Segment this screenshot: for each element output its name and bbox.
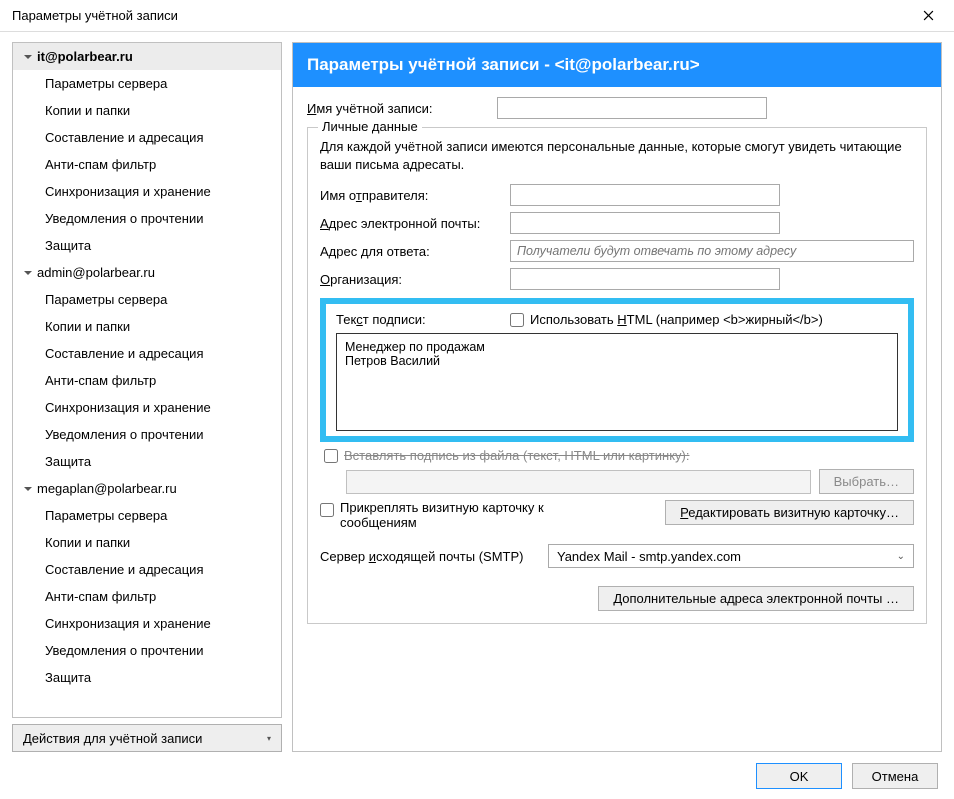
label-smtp: Сервер исходящей почты (SMTP) <box>320 549 540 564</box>
row-reply-to: Адрес для ответа: <box>320 240 914 262</box>
legend-personal: Личные данные <box>318 119 422 134</box>
tree-item-sync-storage[interactable]: Синхронизация и хранение <box>13 610 281 637</box>
tree-item-receipts[interactable]: Уведомления о прочтении <box>13 637 281 664</box>
checkbox-attach-vcard[interactable] <box>320 503 334 517</box>
tree-item-composition[interactable]: Составление и адресация <box>13 124 281 151</box>
checkbox-attach-vcard-label: Прикреплять визитную карточку к сообщени… <box>340 500 600 530</box>
post-signature-area: Вставлять подпись из файла (текст, HTML … <box>320 448 914 611</box>
tree-item-copies-folders[interactable]: Копии и папки <box>13 313 281 340</box>
chevron-down-icon <box>23 268 33 278</box>
select-smtp-server[interactable]: Yandex Mail - smtp.yandex.com ⌄ <box>548 544 914 568</box>
close-icon <box>923 10 934 21</box>
tree-item-server-params[interactable]: Параметры сервера <box>13 70 281 97</box>
checkbox-use-html-wrap[interactable]: Использовать HTML (например <b>жирный</b… <box>510 312 823 327</box>
content-inner: Имя учётной записи: Личные данные Для ка… <box>293 87 941 638</box>
account-label: admin@polarbear.ru <box>37 265 155 280</box>
tree-item-receipts[interactable]: Уведомления о прочтении <box>13 421 281 448</box>
row-sender-name: Имя отправителя: <box>320 184 914 206</box>
label-sender-name: Имя отправителя: <box>320 188 500 203</box>
label-organization: Организация: <box>320 272 500 287</box>
account-item-it[interactable]: it@polarbear.ru <box>13 43 281 70</box>
checkbox-use-html-label: Использовать HTML (например <b>жирный</b… <box>530 312 823 327</box>
signature-highlight-box: Текст подписи: Использовать HTML (наприм… <box>320 298 914 442</box>
tree-item-composition[interactable]: Составление и адресация <box>13 556 281 583</box>
tree-item-antispam[interactable]: Анти-спам фильтр <box>13 367 281 394</box>
account-item-admin[interactable]: admin@polarbear.ru <box>13 259 281 286</box>
checkbox-signature-from-file[interactable] <box>324 449 338 463</box>
dialog-footer: OK Отмена <box>0 753 954 799</box>
row-signature-header: Текст подписи: Использовать HTML (наприм… <box>336 312 898 327</box>
tree-item-antispam[interactable]: Анти-спам фильтр <box>13 583 281 610</box>
tree-item-sync-storage[interactable]: Синхронизация и хранение <box>13 178 281 205</box>
title-bar: Параметры учётной записи <box>0 0 954 32</box>
input-account-name[interactable] <box>497 97 767 119</box>
account-item-megaplan[interactable]: megaplan@polarbear.ru <box>13 475 281 502</box>
tree-item-receipts[interactable]: Уведомления о прочтении <box>13 205 281 232</box>
tree-item-security[interactable]: Защита <box>13 448 281 475</box>
tree-item-copies-folders[interactable]: Копии и папки <box>13 97 281 124</box>
fieldset-personal: Личные данные Для каждой учётной записи … <box>307 127 927 624</box>
dialog-body: it@polarbear.ru Параметры сервера Копии … <box>0 32 954 752</box>
textarea-signature[interactable] <box>336 333 898 431</box>
account-tree[interactable]: it@polarbear.ru Параметры сервера Копии … <box>12 42 282 718</box>
sidebar: it@polarbear.ru Параметры сервера Копии … <box>12 42 282 752</box>
ok-button[interactable]: OK <box>756 763 842 789</box>
checkbox-use-html[interactable] <box>510 313 524 327</box>
row-additional-emails: Дополнительные адреса электронной почты … <box>320 586 914 611</box>
row-signature-file: Выбрать… <box>320 469 914 494</box>
cancel-button[interactable]: Отмена <box>852 763 938 789</box>
banner-account: <it@polarbear.ru> <box>555 55 700 74</box>
personal-desc: Для каждой учётной записи имеются персон… <box>320 138 914 174</box>
label-signature: Текст подписи: <box>336 312 496 327</box>
chevron-down-icon <box>23 52 33 62</box>
banner-prefix: Параметры учётной записи - <box>307 55 555 74</box>
row-smtp: Сервер исходящей почты (SMTP) Yandex Mai… <box>320 544 914 568</box>
label-account-name: Имя учётной записи: <box>307 101 487 116</box>
close-button[interactable] <box>906 1 950 31</box>
actions-label: Действия для учётной записи <box>23 731 202 746</box>
input-email[interactable] <box>510 212 780 234</box>
button-additional-emails[interactable]: Дополнительные адреса электронной почты … <box>598 586 914 611</box>
row-organization: Организация: <box>320 268 914 290</box>
panel-banner: Параметры учётной записи - <it@polarbear… <box>293 43 941 87</box>
checkbox-signature-from-file-label: Вставлять подпись из файла (текст, HTML … <box>344 448 689 463</box>
input-signature-file-path <box>346 470 811 494</box>
input-reply-to[interactable] <box>510 240 914 262</box>
checkbox-signature-from-file-wrap[interactable]: Вставлять подпись из файла (текст, HTML … <box>324 448 914 463</box>
tree-item-antispam[interactable]: Анти-спам фильтр <box>13 151 281 178</box>
window-title: Параметры учётной записи <box>12 8 178 23</box>
account-label: it@polarbear.ru <box>37 49 133 64</box>
tree-item-sync-storage[interactable]: Синхронизация и хранение <box>13 394 281 421</box>
input-sender-name[interactable] <box>510 184 780 206</box>
label-reply-to: Адрес для ответа: <box>320 244 500 259</box>
row-vcard: Прикреплять визитную карточку к сообщени… <box>320 500 914 530</box>
button-edit-vcard[interactable]: Редактировать визитную карточку… <box>665 500 914 525</box>
tree-item-copies-folders[interactable]: Копии и папки <box>13 529 281 556</box>
checkbox-attach-vcard-wrap[interactable]: Прикреплять визитную карточку к сообщени… <box>320 500 657 530</box>
button-browse-signature-file[interactable]: Выбрать… <box>819 469 914 494</box>
tree-item-composition[interactable]: Составление и адресация <box>13 340 281 367</box>
row-account-name: Имя учётной записи: <box>307 97 927 119</box>
select-smtp-value: Yandex Mail - smtp.yandex.com <box>557 549 741 564</box>
account-actions-button[interactable]: Действия для учётной записи ▾ <box>12 724 282 752</box>
content-panel: Параметры учётной записи - <it@polarbear… <box>292 42 942 752</box>
tree-item-security[interactable]: Защита <box>13 664 281 691</box>
dropdown-caret-icon: ▾ <box>261 734 271 743</box>
label-email: Адрес электронной почты: <box>320 216 500 231</box>
tree-item-server-params[interactable]: Параметры сервера <box>13 286 281 313</box>
account-label: megaplan@polarbear.ru <box>37 481 177 496</box>
tree-item-security[interactable]: Защита <box>13 232 281 259</box>
input-organization[interactable] <box>510 268 780 290</box>
row-email: Адрес электронной почты: <box>320 212 914 234</box>
tree-item-server-params[interactable]: Параметры сервера <box>13 502 281 529</box>
chevron-down-icon <box>23 484 33 494</box>
chevron-down-icon: ⌄ <box>897 551 905 562</box>
